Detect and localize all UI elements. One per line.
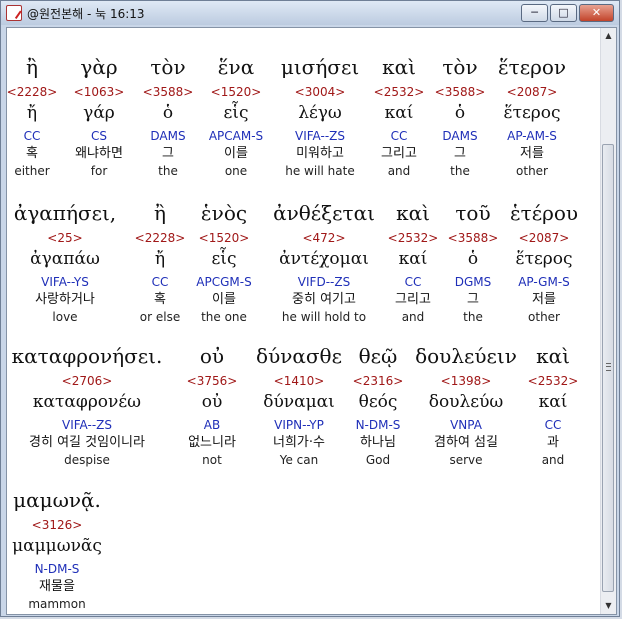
greek-text: ἕτερον	[497, 55, 567, 79]
strong-number[interactable]: <2087>	[464, 229, 616, 247]
scroll-down-button[interactable]: ▼	[601, 598, 616, 614]
scroll-up-button[interactable]: ▲	[601, 28, 616, 44]
partial-word: No	[29, 28, 45, 30]
korean-gloss: 저를	[520, 146, 544, 161]
strong-number[interactable]: <3126>	[7, 516, 137, 534]
grip-icon	[606, 363, 611, 371]
interlinear-word[interactable]: καὶ <2532> καί CC 과 and	[473, 343, 616, 469]
minimize-icon: ─	[531, 6, 538, 19]
chevron-up-icon: ▲	[605, 31, 612, 40]
greek-text: ἑτέρου	[509, 201, 579, 225]
interlinear-word[interactable]: μαμωνᾷ. <3126> μαμμωνᾶς N-DM-S 재물을 mammon	[7, 487, 137, 613]
partial-word: servant	[119, 28, 164, 30]
interlinear-word[interactable]: ἑτέρου <2087> ἕτερος AP-GM-S 저를 other	[464, 200, 616, 326]
korean-gloss: 과	[547, 435, 559, 450]
parsing-code: N-DM-S	[34, 562, 80, 576]
korean-gloss: 저를	[532, 292, 556, 307]
app-window: @원전본해 - 눅 16:13 ─ □ ✕ No servant can two…	[0, 0, 620, 617]
korean-gloss: 재물을	[39, 579, 75, 594]
parsing-code: AP-GM-S	[518, 275, 570, 289]
maximize-button[interactable]: □	[550, 4, 577, 22]
parsing-code: CC	[544, 418, 562, 432]
partial-word: serve	[497, 28, 530, 30]
strong-number[interactable]: <2087>	[452, 83, 612, 101]
strong-number[interactable]: <2532>	[473, 372, 616, 390]
window-title: @원전본해 - 눅 16:13	[27, 7, 145, 21]
lemma-text: καί	[538, 392, 568, 412]
partial-word: two	[313, 28, 335, 30]
english-gloss: and	[541, 453, 565, 467]
english-gloss: other	[516, 164, 548, 178]
title-bar[interactable]: @원전본해 - 눅 16:13 ─ □ ✕	[1, 1, 619, 25]
lemma-text: μαμμωνᾶς	[12, 536, 102, 556]
english-gloss: other	[528, 310, 560, 324]
close-icon: ✕	[591, 6, 602, 19]
interlinear-content: No servant can two masters serve ἢ<2228>…	[7, 28, 601, 614]
vertical-scrollbar[interactable]: ▲ ▼	[600, 28, 616, 614]
interlinear-view: No servant can two masters serve ἢ<2228>…	[6, 27, 617, 615]
greek-text: καὶ	[536, 344, 570, 368]
interlinear-word[interactable]: ἕτερον <2087> ἕτερος AP-AM-S 저를 other	[452, 54, 612, 180]
close-button[interactable]: ✕	[579, 4, 614, 22]
scrollbar-thumb[interactable]	[602, 144, 614, 592]
chevron-down-icon: ▼	[605, 601, 612, 610]
lemma-text: ἕτερος	[515, 249, 573, 269]
english-gloss: mammon	[28, 597, 86, 611]
previous-line-partial: No servant can two masters serve	[7, 28, 601, 34]
app-icon[interactable]	[6, 5, 22, 21]
greek-text: μαμωνᾷ.	[13, 488, 101, 512]
lemma-text: ἕτερος	[503, 103, 561, 123]
maximize-icon: □	[558, 6, 569, 19]
partial-word: can	[227, 28, 249, 30]
minimize-button[interactable]: ─	[521, 4, 548, 22]
partial-word: masters	[377, 28, 426, 30]
parsing-code: AP-AM-S	[507, 129, 557, 143]
